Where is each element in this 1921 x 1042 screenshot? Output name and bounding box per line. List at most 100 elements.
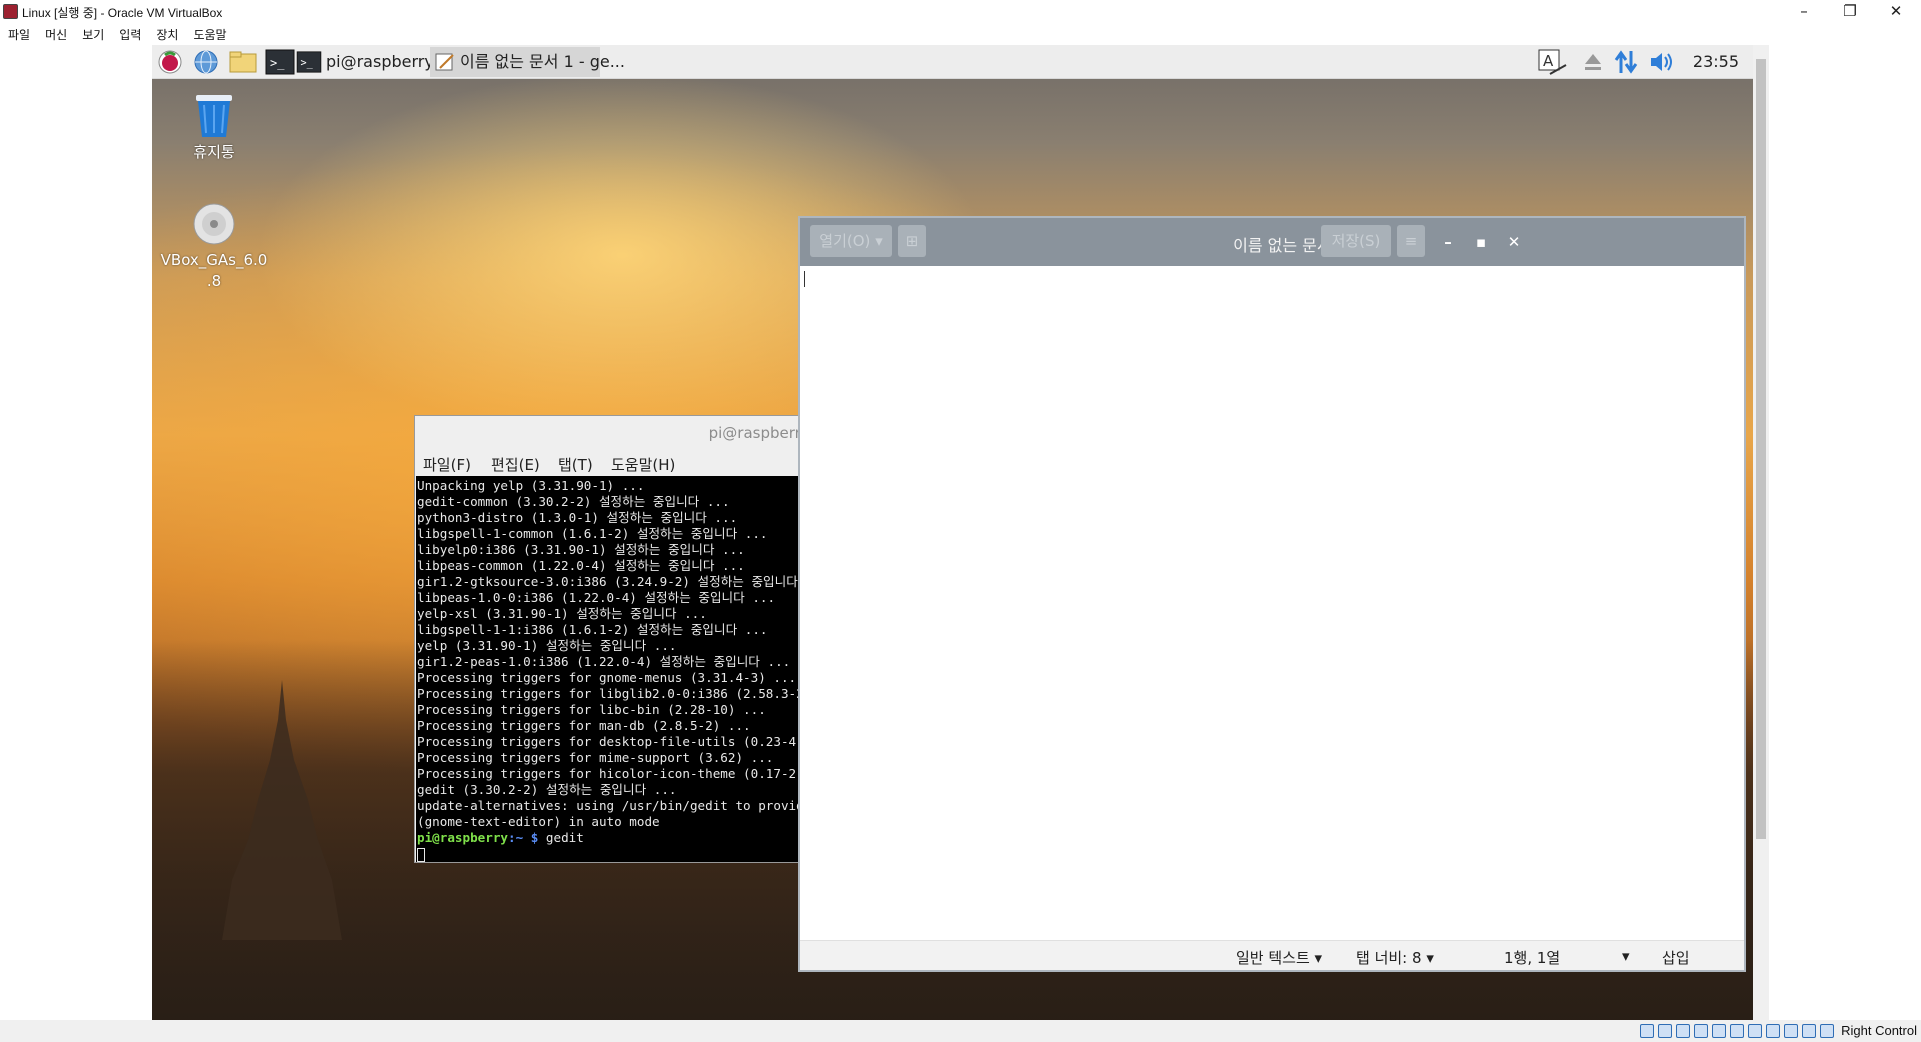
terminal-icon[interactable]: >_: [265, 49, 295, 75]
terminal-menu-edit[interactable]: 편집(E): [491, 454, 540, 475]
virtualization-status-icon[interactable]: [1784, 1024, 1798, 1038]
gedit-maximize-icon[interactable]: ▪: [1469, 230, 1493, 254]
menu-file[interactable]: 파일: [8, 26, 30, 44]
prompt-path: :~ $: [508, 830, 539, 845]
shared-folder-status-icon[interactable]: [1730, 1024, 1744, 1038]
host-key-label[interactable]: Right Control: [1841, 1023, 1917, 1038]
terminal-window[interactable]: pi@raspberry: ~ 파일(F) 편집(E) 탭(T) 도움말(H) …: [414, 415, 834, 863]
terminal-output[interactable]: Unpacking yelp (3.31.90-1) ... gedit-com…: [416, 476, 833, 862]
terminal-cursor-line: [417, 846, 833, 862]
terminal-title-bar[interactable]: pi@raspberry: ~: [415, 416, 833, 450]
terminal-line: Processing triggers for libc-bin (2.28-1…: [417, 702, 766, 717]
hamburger-icon: ≡: [1404, 232, 1418, 250]
terminal-line: libpeas-common (1.22.0-4) 설정하는 중입니다 ...: [417, 558, 745, 573]
terminal-line: Processing triggers for desktop-file-uti…: [417, 734, 833, 749]
save-button[interactable]: 저장(S): [1321, 225, 1391, 257]
eject-icon[interactable]: [1582, 49, 1604, 75]
svg-text:A: A: [1543, 52, 1554, 70]
chevron-down-icon: ▾: [875, 232, 883, 250]
task-gedit-label: 이름 없는 문서 1 - ge...: [460, 52, 625, 71]
tab-width-selector[interactable]: 탭 너비: 8 ▾: [1356, 947, 1434, 968]
prompt-user: pi@raspberry: [417, 830, 508, 845]
audio-status-icon[interactable]: [1676, 1024, 1690, 1038]
minimize-button[interactable]: –: [1781, 0, 1827, 24]
wallpaper-pagoda: [222, 680, 342, 940]
volume-icon[interactable]: [1648, 49, 1676, 75]
insert-mode[interactable]: 삽입: [1662, 947, 1690, 968]
optical-status-icon[interactable]: [1658, 1024, 1672, 1038]
clock[interactable]: 23:55: [1693, 52, 1739, 71]
vm-scrollbar[interactable]: [1753, 45, 1769, 1020]
new-document-button[interactable]: ⊞: [898, 225, 926, 257]
gedit-window[interactable]: 열기(O) ▾ ⊞ 이름 없는 문서 1 저장(S) ≡ – ▪ ✕ 일반 텍스…: [798, 216, 1746, 972]
menu-help[interactable]: 도움말: [193, 26, 226, 44]
language-selector[interactable]: 일반 텍스트 ▾: [1236, 947, 1322, 968]
mouse-integration-status-icon[interactable]: [1802, 1024, 1816, 1038]
guest-taskbar: >_ >_ pi@raspberry: ~ 이름 없는 문서 1 - ge...…: [152, 45, 1753, 79]
terminal-line: gedit-common (3.30.2-2) 설정하는 중입니다 ...: [417, 494, 730, 509]
menu-view[interactable]: 보기: [82, 26, 104, 44]
terminal-line: python3-distro (1.3.0-1) 설정하는 중입니다 ...: [417, 510, 738, 525]
terminal-line: Unpacking yelp (3.31.90-1) ...: [417, 478, 645, 493]
trash-label: 휴지통: [193, 143, 235, 161]
terminal-line: Processing triggers for hicolor-icon-the…: [417, 766, 833, 781]
terminal-line: Processing triggers for gnome-menus (3.3…: [417, 670, 797, 685]
terminal-menu-file[interactable]: 파일(F): [423, 454, 471, 475]
terminal-line: gir1.2-gtksource-3.0:i386 (3.24.9-2) 설정하…: [417, 574, 829, 589]
terminal-line: yelp (3.31.90-1) 설정하는 중입니다 ...: [417, 638, 677, 653]
host-window-title: Linux [실행 중] - Oracle VM VirtualBox: [22, 6, 223, 20]
gedit-text-area[interactable]: [800, 266, 1744, 942]
gedit-status-bar: 일반 텍스트 ▾ 탭 너비: 8 ▾ 1행, 1열 ▾ 삽입: [800, 940, 1744, 970]
task-gedit[interactable]: 이름 없는 문서 1 - ge...: [430, 47, 625, 77]
network-status-icon[interactable]: [1694, 1024, 1708, 1038]
new-document-icon: ⊞: [905, 232, 919, 250]
terminal-line: libyelp0:i386 (3.31.90-1) 설정하는 중입니다 ...: [417, 542, 745, 557]
gedit-minimize-icon[interactable]: –: [1436, 230, 1460, 254]
terminal-line: yelp-xsl (3.31.90-1) 설정하는 중입니다 ...: [417, 606, 707, 621]
keyboard-status-icon[interactable]: [1820, 1024, 1834, 1038]
vm-status-bar: Right Control: [0, 1020, 1921, 1042]
host-title-bar: Linux [실행 중] - Oracle VM VirtualBox – ❐ …: [0, 0, 1921, 24]
text-editor-icon: [435, 53, 454, 71]
text-input-icon[interactable]: A: [1536, 47, 1570, 77]
open-button[interactable]: 열기(O) ▾: [810, 225, 892, 257]
trash-icon[interactable]: [192, 89, 236, 139]
raspberry-menu-icon[interactable]: [156, 49, 184, 75]
restore-button[interactable]: ❐: [1827, 0, 1873, 24]
menu-button[interactable]: ≡: [1397, 225, 1425, 257]
text-caret: [804, 271, 805, 287]
display-status-icon[interactable]: [1748, 1024, 1762, 1038]
cursor-position: 1행, 1열: [1504, 949, 1561, 967]
terminal-menu-tabs[interactable]: 탭(T): [558, 454, 593, 475]
gedit-header-bar[interactable]: 열기(O) ▾ ⊞ 이름 없는 문서 1 저장(S) ≡ – ▪ ✕: [800, 218, 1744, 266]
file-manager-icon[interactable]: [228, 49, 258, 75]
terminal-cursor: [417, 847, 425, 862]
vbox-cd-label-line1: VBox_GAs_6.0: [160, 251, 268, 269]
terminal-line: gedit (3.30.2-2) 설정하는 중입니다 ...: [417, 782, 677, 797]
terminal-line: gir1.2-peas-1.0:i386 (1.22.0-4) 설정하는 중입니…: [417, 654, 791, 669]
cd-icon[interactable]: [192, 202, 236, 246]
hdd-status-icon[interactable]: [1640, 1024, 1654, 1038]
network-icon[interactable]: [1612, 49, 1640, 75]
menu-input[interactable]: 입력: [119, 26, 141, 44]
menu-machine[interactable]: 머신: [45, 26, 67, 44]
terminal-menu-help[interactable]: 도움말(H): [611, 454, 675, 475]
vm-scrollbar-thumb[interactable]: [1756, 59, 1766, 839]
terminal-line: libpeas-1.0-0:i386 (1.22.0-4) 설정하는 중입니다 …: [417, 590, 776, 605]
gedit-close-icon[interactable]: ✕: [1502, 230, 1526, 254]
position-dropdown-icon[interactable]: ▾: [1622, 947, 1630, 965]
svg-text:>_: >_: [270, 56, 285, 70]
terminal-line: update-alternatives: using /usr/bin/gedi…: [417, 798, 833, 813]
terminal-line: libgspell-1-1:i386 (1.6.1-2) 설정하는 중입니다 .…: [417, 622, 768, 637]
menu-devices[interactable]: 장치: [156, 26, 178, 44]
terminal-prompt-line: pi@raspberry:~ $ gedit: [417, 830, 833, 846]
web-browser-icon[interactable]: [192, 49, 220, 75]
prompt-command: gedit: [538, 830, 584, 845]
guest-screen: >_ >_ pi@raspberry: ~ 이름 없는 문서 1 - ge...…: [152, 45, 1753, 1020]
task-terminal[interactable]: >_ pi@raspberry: ~: [292, 47, 457, 77]
recording-status-icon[interactable]: [1766, 1024, 1780, 1038]
vbox-cd-label-line2: .8: [206, 272, 222, 290]
terminal-line: libgspell-1-common (1.6.1-2) 설정하는 중입니다 .…: [417, 526, 768, 541]
usb-status-icon[interactable]: [1712, 1024, 1726, 1038]
close-button[interactable]: ✕: [1873, 0, 1919, 24]
